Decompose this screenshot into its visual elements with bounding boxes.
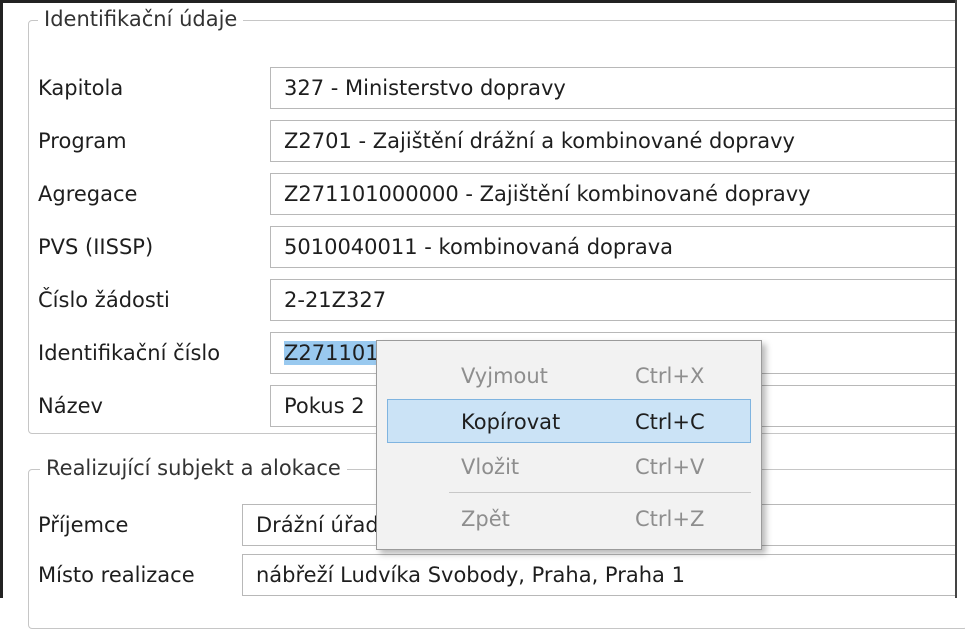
menu-item-cut-label: Vyjmout xyxy=(461,364,548,388)
menu-item-copy[interactable]: Kopírovat Ctrl+C xyxy=(387,399,751,443)
menu-item-undo[interactable]: Zpět Ctrl+Z xyxy=(387,497,751,541)
menu-item-cut[interactable]: Vyjmout Ctrl+X xyxy=(387,354,751,398)
menu-item-copy-shortcut: Ctrl+C xyxy=(635,410,705,434)
context-menu: Vyjmout Ctrl+X Kopírovat Ctrl+C Vložit C… xyxy=(376,340,762,550)
agregace-label: Agregace xyxy=(38,182,138,206)
prijemce-label: Příjemce xyxy=(38,513,129,537)
menu-item-paste[interactable]: Vložit Ctrl+V xyxy=(387,445,751,489)
misto-realizace-label: Místo realizace xyxy=(38,563,195,587)
nazev-label: Název xyxy=(38,394,103,418)
realization-group-title: Realizující subjekt a alokace xyxy=(40,455,347,481)
menu-item-paste-label: Vložit xyxy=(461,455,520,479)
menu-separator xyxy=(449,492,751,493)
menu-item-copy-label: Kopírovat xyxy=(461,410,561,434)
pvs-label: PVS (IISSP) xyxy=(38,235,154,259)
program-label: Program xyxy=(38,129,127,153)
menu-item-paste-shortcut: Ctrl+V xyxy=(635,455,705,479)
identifikacni-cislo-label: Identifikační číslo xyxy=(38,341,221,365)
identification-group-title: Identifikační údaje xyxy=(38,6,244,32)
program-field[interactable]: Z2701 - Zajištění drážní a kombinované d… xyxy=(270,120,965,162)
cislo-zadosti-field[interactable]: 2-21Z327 xyxy=(270,279,965,321)
menu-item-undo-label: Zpět xyxy=(461,507,510,531)
menu-item-undo-shortcut: Ctrl+Z xyxy=(635,507,705,531)
pvs-field[interactable]: 5010040011 - kombinovaná doprava xyxy=(270,226,965,268)
kapitola-field[interactable]: 327 - Ministerstvo dopravy xyxy=(270,67,965,109)
cislo-zadosti-label: Číslo žádosti xyxy=(38,288,170,312)
menu-item-cut-shortcut: Ctrl+X xyxy=(635,364,705,388)
kapitola-label: Kapitola xyxy=(38,76,124,100)
window-right-edge xyxy=(955,0,965,598)
agregace-field[interactable]: Z271101000000 - Zajištění kombinované do… xyxy=(270,173,965,215)
misto-realizace-field[interactable]: nábřeží Ludvíka Svobody, Praha, Praha 1 xyxy=(242,554,965,596)
